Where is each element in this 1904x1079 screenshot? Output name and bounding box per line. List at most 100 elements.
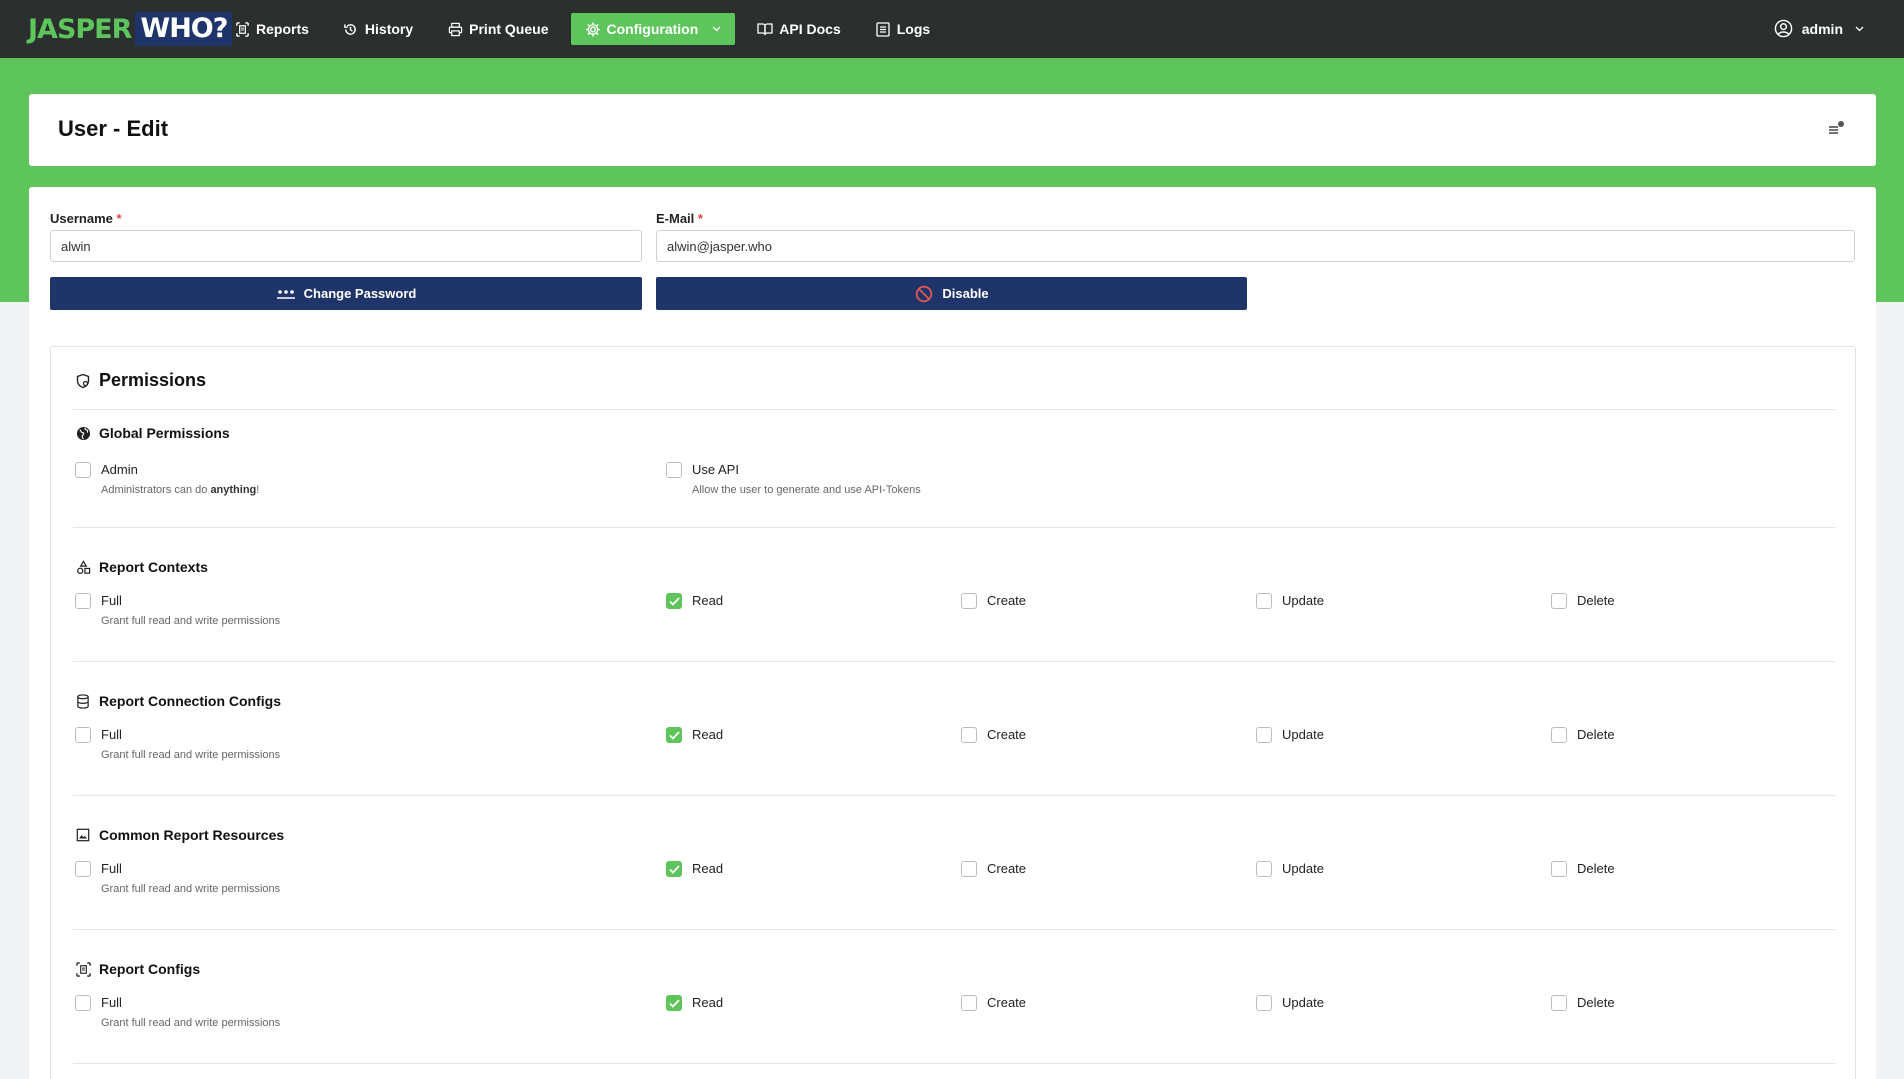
- email-input[interactable]: [656, 230, 1855, 262]
- section-title-report-configs: Report Configs: [75, 961, 200, 977]
- create-label: Create: [987, 995, 1027, 1010]
- main-nav: Reports History Print Queue Configuratio…: [222, 13, 952, 45]
- nav-print-queue[interactable]: Print Queue: [435, 13, 560, 45]
- report-connection-configs-update-checkbox[interactable]: Update: [1256, 727, 1324, 743]
- nav-api-docs-label: API Docs: [779, 21, 841, 37]
- checkbox-box[interactable]: [75, 861, 91, 877]
- checkbox-box[interactable]: [961, 727, 977, 743]
- divider: [73, 409, 1835, 410]
- read-label: Read: [692, 593, 724, 608]
- checkbox-box[interactable]: [666, 995, 682, 1011]
- logs-icon: [875, 21, 891, 37]
- user-name: admin: [1801, 21, 1843, 37]
- create-label: Create: [987, 727, 1027, 742]
- admin-checkbox[interactable]: Admin: [75, 462, 138, 478]
- full-label: Full: [101, 995, 122, 1010]
- checkbox-box[interactable]: [75, 727, 91, 743]
- book-icon: [757, 21, 773, 37]
- chevron-down-icon: [712, 24, 721, 35]
- common-report-resources-full-checkbox[interactable]: Full: [75, 861, 122, 877]
- globe-icon: [75, 425, 91, 441]
- app-logo[interactable]: JASPER WHO?: [28, 12, 233, 46]
- chevron-down-icon: [1855, 24, 1864, 35]
- database-icon: [75, 693, 91, 709]
- report-configs-full-checkbox[interactable]: Full: [75, 995, 122, 1011]
- section-title-common-report-resources: Common Report Resources: [75, 827, 284, 843]
- username-input[interactable]: [50, 230, 642, 262]
- report-contexts-update-checkbox[interactable]: Update: [1256, 593, 1324, 609]
- report-contexts-read-checkbox[interactable]: Read: [666, 593, 723, 609]
- common-report-resources-create-checkbox[interactable]: Create: [961, 861, 1026, 877]
- report-configs-create-checkbox[interactable]: Create: [961, 995, 1026, 1011]
- permissions-title: Permissions: [75, 370, 206, 391]
- use-api-checkbox[interactable]: Use API: [666, 462, 739, 478]
- report-configs-read-checkbox[interactable]: Read: [666, 995, 723, 1011]
- report-configs-delete-checkbox[interactable]: Delete: [1551, 995, 1615, 1011]
- update-label: Update: [1282, 995, 1324, 1010]
- common-report-resources-read-checkbox[interactable]: Read: [666, 861, 723, 877]
- use-api-checkbox-box[interactable]: [666, 462, 682, 478]
- report-connection-configs-delete-checkbox[interactable]: Delete: [1551, 727, 1615, 743]
- nav-print-queue-label: Print Queue: [469, 21, 549, 37]
- checkbox-box[interactable]: [961, 861, 977, 877]
- full-description: Grant full read and write permissions: [101, 883, 281, 895]
- delete-label: Delete: [1577, 593, 1615, 608]
- logo-text-jasper: JASPER: [28, 13, 132, 45]
- full-description: Grant full read and write permissions: [101, 615, 281, 627]
- use-api-label: Use API: [692, 462, 739, 477]
- report-contexts-delete-checkbox[interactable]: Delete: [1551, 593, 1615, 609]
- report-icon: [234, 21, 250, 37]
- checkbox-box[interactable]: [666, 727, 682, 743]
- checkbox-box[interactable]: [1256, 727, 1272, 743]
- checkbox-box[interactable]: [1551, 995, 1567, 1011]
- user-menu[interactable]: admin: [1774, 13, 1864, 45]
- user-edit-card: Username * E-Mail * Change Password Disa…: [29, 187, 1876, 1079]
- nav-logs[interactable]: Logs: [863, 13, 942, 45]
- divider: [73, 1063, 1835, 1064]
- top-navbar: JASPER WHO? Reports History Print Queue: [0, 0, 1904, 58]
- checkbox-box[interactable]: [1256, 593, 1272, 609]
- common-report-resources-delete-checkbox[interactable]: Delete: [1551, 861, 1615, 877]
- admin-label: Admin: [101, 462, 138, 477]
- admin-checkbox-box[interactable]: [75, 462, 91, 478]
- create-label: Create: [987, 593, 1027, 608]
- nav-history[interactable]: History: [331, 13, 425, 45]
- report-contexts-create-checkbox[interactable]: Create: [961, 593, 1026, 609]
- shield-key-icon: [75, 373, 91, 389]
- change-password-button[interactable]: Change Password: [50, 277, 642, 310]
- nav-configuration-label: Configuration: [606, 21, 699, 37]
- divider: [73, 661, 1835, 662]
- checkbox-box[interactable]: [961, 995, 977, 1011]
- checkbox-box[interactable]: [1256, 861, 1272, 877]
- image-icon: [75, 827, 91, 843]
- checkbox-box[interactable]: [666, 861, 682, 877]
- user-circle-icon: [1774, 19, 1794, 39]
- checkbox-box[interactable]: [961, 593, 977, 609]
- nav-api-docs[interactable]: API Docs: [745, 13, 852, 45]
- page-menu-button[interactable]: [1826, 118, 1846, 138]
- checkbox-box[interactable]: [1551, 727, 1567, 743]
- nav-logs-label: Logs: [896, 21, 931, 37]
- report-connection-configs-read-checkbox[interactable]: Read: [666, 727, 723, 743]
- checkbox-box[interactable]: [1551, 861, 1567, 877]
- nav-reports-label: Reports: [256, 21, 309, 37]
- checkbox-box[interactable]: [666, 593, 682, 609]
- checkbox-box[interactable]: [75, 995, 91, 1011]
- disable-button[interactable]: Disable: [656, 277, 1247, 310]
- checkbox-box[interactable]: [1551, 593, 1567, 609]
- full-label: Full: [101, 593, 122, 608]
- checkbox-box[interactable]: [75, 593, 91, 609]
- delete-label: Delete: [1577, 727, 1615, 742]
- email-label: E-Mail *: [656, 211, 703, 226]
- report-connection-configs-full-checkbox[interactable]: Full: [75, 727, 122, 743]
- checkbox-box[interactable]: [1256, 995, 1272, 1011]
- report-contexts-full-checkbox[interactable]: Full: [75, 593, 122, 609]
- nav-reports[interactable]: Reports: [222, 13, 321, 45]
- common-report-resources-update-checkbox[interactable]: Update: [1256, 861, 1324, 877]
- report-connection-configs-create-checkbox[interactable]: Create: [961, 727, 1026, 743]
- ban-icon: [914, 285, 934, 303]
- report-configs-update-checkbox[interactable]: Update: [1256, 995, 1324, 1011]
- use-api-description: Allow the user to generate and use API-T…: [692, 484, 921, 496]
- nav-configuration[interactable]: Configuration: [570, 13, 736, 45]
- report-config-icon: [75, 961, 91, 977]
